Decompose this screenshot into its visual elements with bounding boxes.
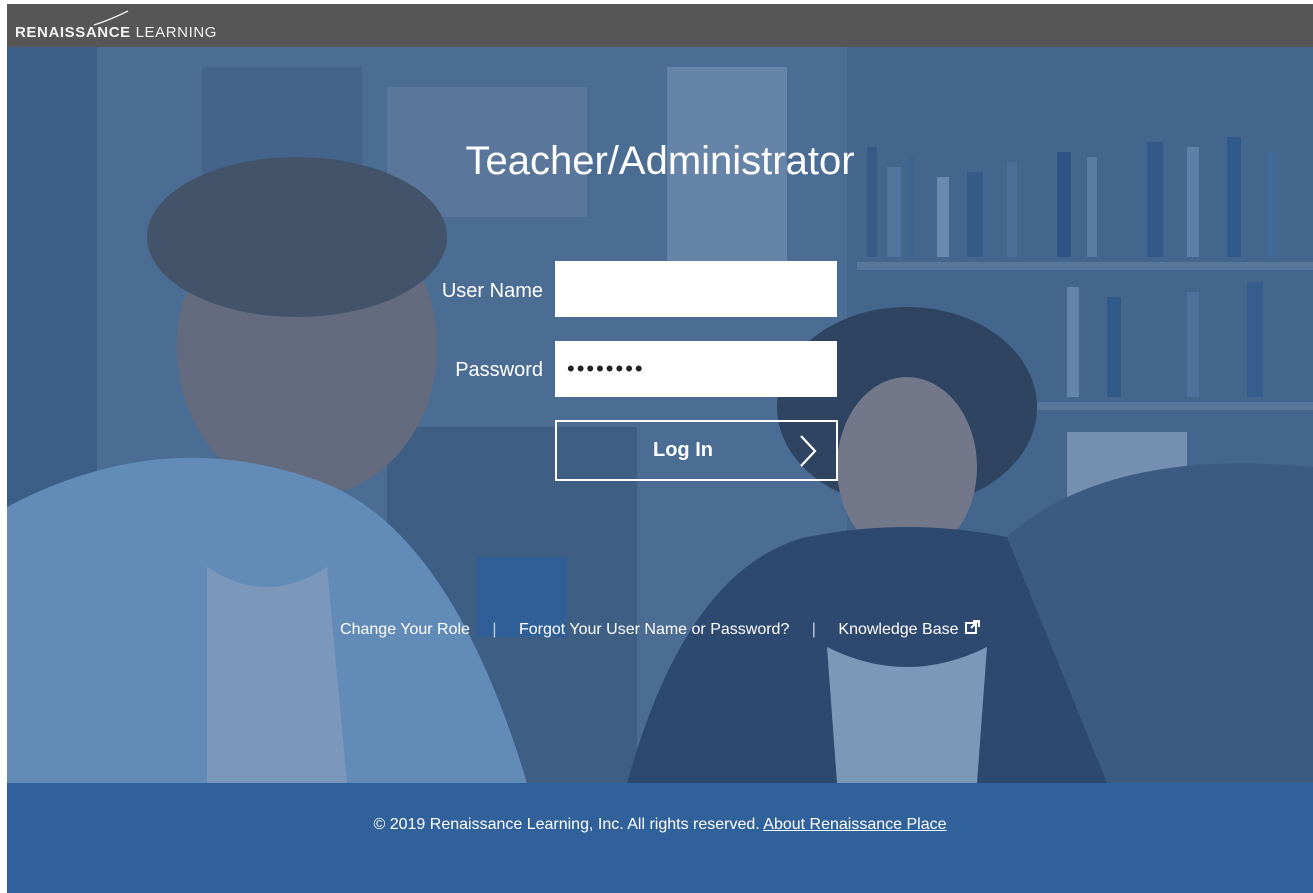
help-links: Change Your Role | Forgot Your User Name… — [7, 620, 1313, 639]
password-label: Password — [455, 359, 543, 381]
change-role-link[interactable]: Change Your Role — [340, 621, 470, 638]
knowledge-base-link[interactable]: Knowledge Base — [838, 620, 980, 638]
knowledge-base-label: Knowledge Base — [838, 621, 959, 638]
password-input[interactable] — [555, 341, 837, 397]
username-label: User Name — [441, 280, 543, 302]
footer: © 2019 Renaissance Learning, Inc. All ri… — [7, 783, 1313, 893]
forgot-credentials-link[interactable]: Forgot Your User Name or Password? — [519, 621, 789, 638]
page-frame: RENAISSANCE LEARNING Teacher/Administrat… — [7, 4, 1313, 893]
page-title: Teacher/Administrator — [465, 139, 855, 183]
external-link-icon — [964, 620, 980, 634]
copyright-text: © 2019 Renaissance Learning, Inc. All ri… — [373, 816, 760, 833]
link-separator: | — [492, 621, 497, 638]
chevron-right-icon — [800, 435, 817, 467]
hero-background: Teacher/Administrator User Name Password… — [7, 47, 1313, 783]
logo-swoosh-icon — [93, 10, 129, 26]
link-separator: | — [811, 621, 816, 638]
renaissance-logo[interactable]: RENAISSANCE LEARNING — [15, 24, 217, 41]
login-button[interactable]: Log In — [555, 420, 838, 481]
login-button-label: Log In — [653, 439, 713, 461]
about-renaissance-place-link[interactable]: About Renaissance Place — [763, 816, 946, 833]
username-input[interactable] — [555, 261, 837, 317]
footer-text: © 2019 Renaissance Learning, Inc. All ri… — [7, 816, 1313, 834]
top-bar: RENAISSANCE LEARNING — [7, 4, 1313, 47]
logo-text-light: LEARNING — [135, 24, 218, 41]
logo-text-bold: RENAISSANCE — [15, 24, 131, 41]
